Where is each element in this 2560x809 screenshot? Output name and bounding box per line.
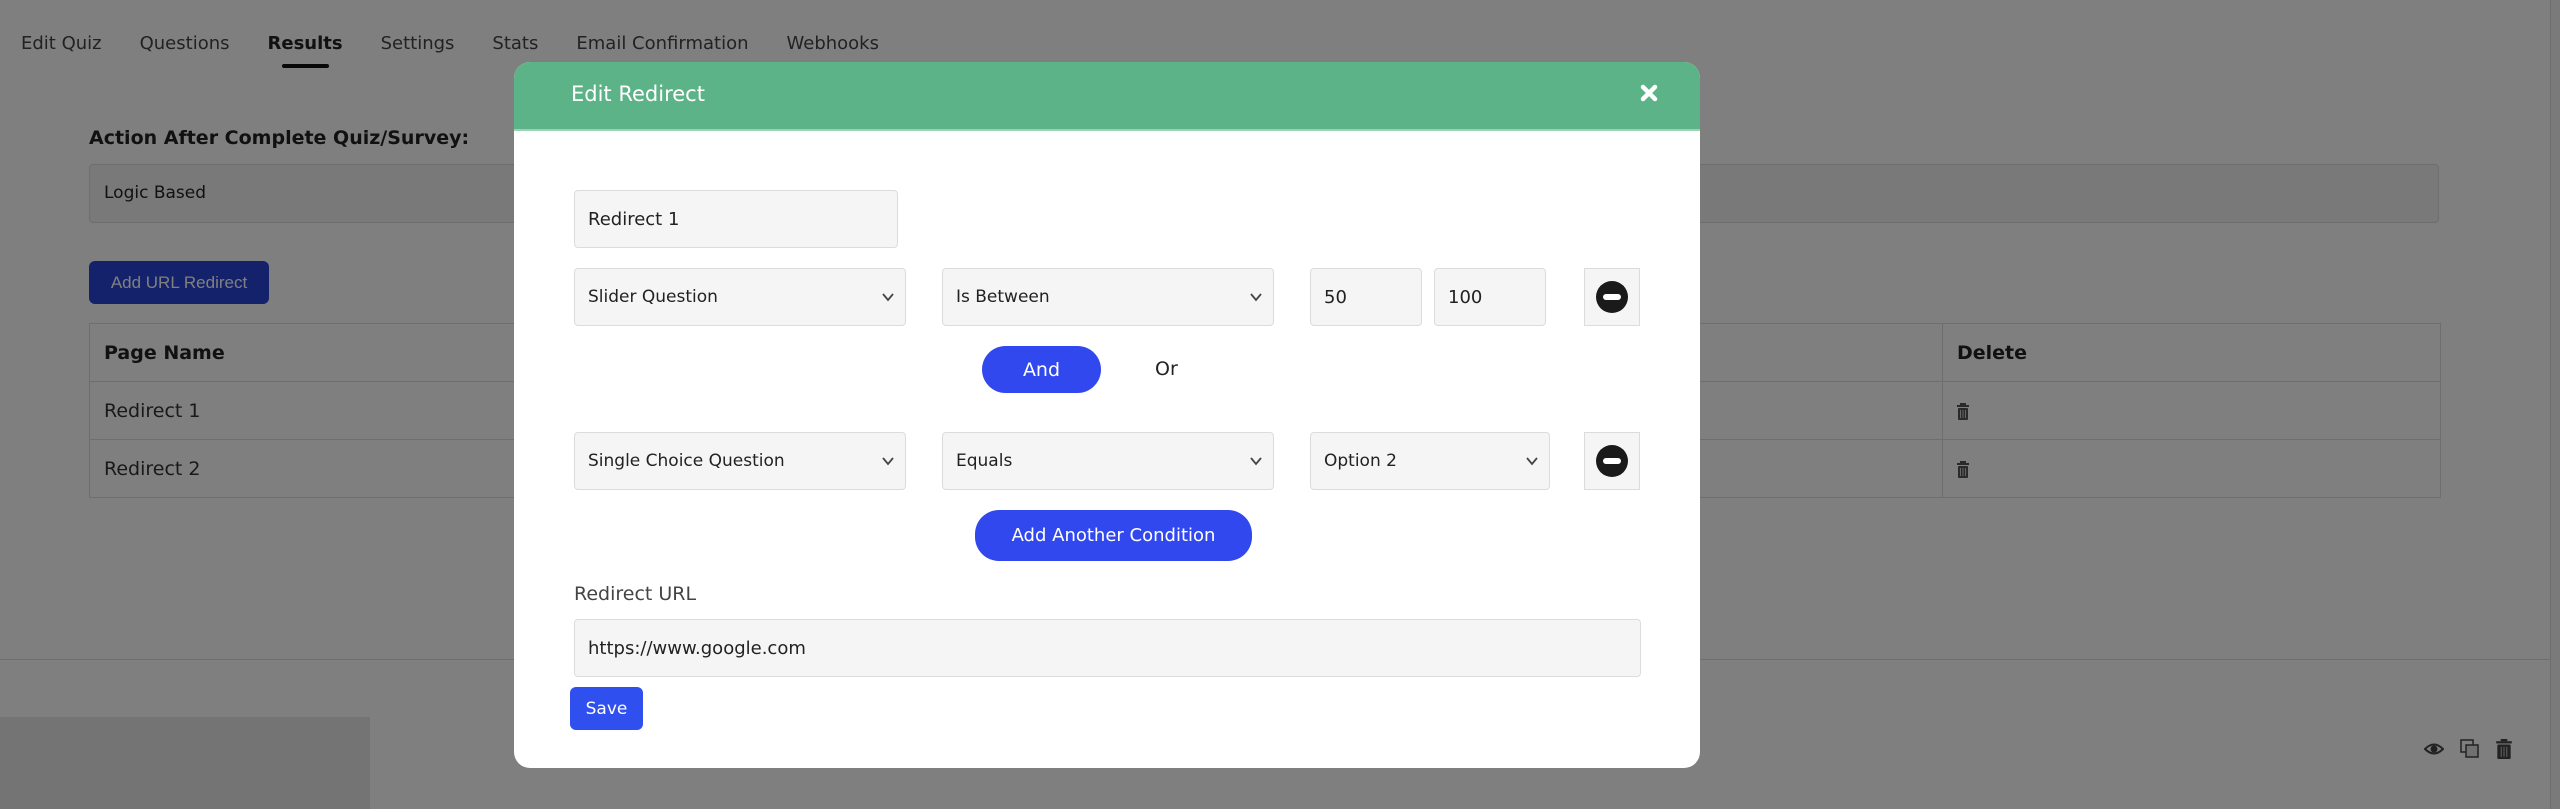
condition-2-value-select[interactable]: Option 2	[1310, 432, 1550, 490]
redirect-url-input[interactable]: https://www.google.com	[574, 619, 1641, 677]
redirect-name-value: Redirect 1	[588, 208, 680, 230]
condition-1-question-select[interactable]: Slider Question	[574, 268, 906, 326]
chevron-down-icon	[1250, 293, 1262, 302]
redirect-name-input[interactable]: Redirect 1	[574, 190, 898, 248]
add-another-condition-button[interactable]: Add Another Condition	[975, 510, 1252, 561]
save-button[interactable]: Save	[570, 687, 643, 730]
modal-title: Edit Redirect	[571, 82, 705, 106]
redirect-url-value: https://www.google.com	[588, 637, 806, 659]
condition-1-question-value: Slider Question	[588, 287, 718, 307]
condition-2-operator-value: Equals	[956, 451, 1013, 471]
close-icon[interactable]	[1638, 82, 1660, 104]
or-button[interactable]: Or	[1155, 358, 1178, 380]
condition-1-operator-value: Is Between	[956, 287, 1050, 307]
chevron-down-icon	[882, 457, 894, 466]
minus-circle-icon	[1596, 281, 1628, 313]
chevron-down-icon	[1526, 457, 1538, 466]
edit-redirect-modal: Edit Redirect Redirect 1 Slider Question…	[514, 62, 1700, 768]
condition-1-operator-select[interactable]: Is Between	[942, 268, 1274, 326]
remove-condition-2-button[interactable]	[1584, 432, 1640, 490]
chevron-down-icon	[882, 293, 894, 302]
chevron-down-icon	[1250, 457, 1262, 466]
modal-header: Edit Redirect	[514, 62, 1700, 131]
condition-2-question-value: Single Choice Question	[588, 451, 785, 471]
condition-2-operator-select[interactable]: Equals	[942, 432, 1274, 490]
condition-1-min-value: 50	[1324, 286, 1347, 308]
condition-2-value: Option 2	[1324, 451, 1397, 471]
condition-1-max-input[interactable]: 100	[1434, 268, 1546, 326]
condition-2-question-select[interactable]: Single Choice Question	[574, 432, 906, 490]
and-button[interactable]: And	[982, 346, 1101, 393]
minus-circle-icon	[1596, 445, 1628, 477]
condition-1-min-input[interactable]: 50	[1310, 268, 1422, 326]
remove-condition-1-button[interactable]	[1584, 268, 1640, 326]
redirect-url-label: Redirect URL	[574, 583, 697, 605]
condition-1-max-value: 100	[1448, 286, 1483, 308]
